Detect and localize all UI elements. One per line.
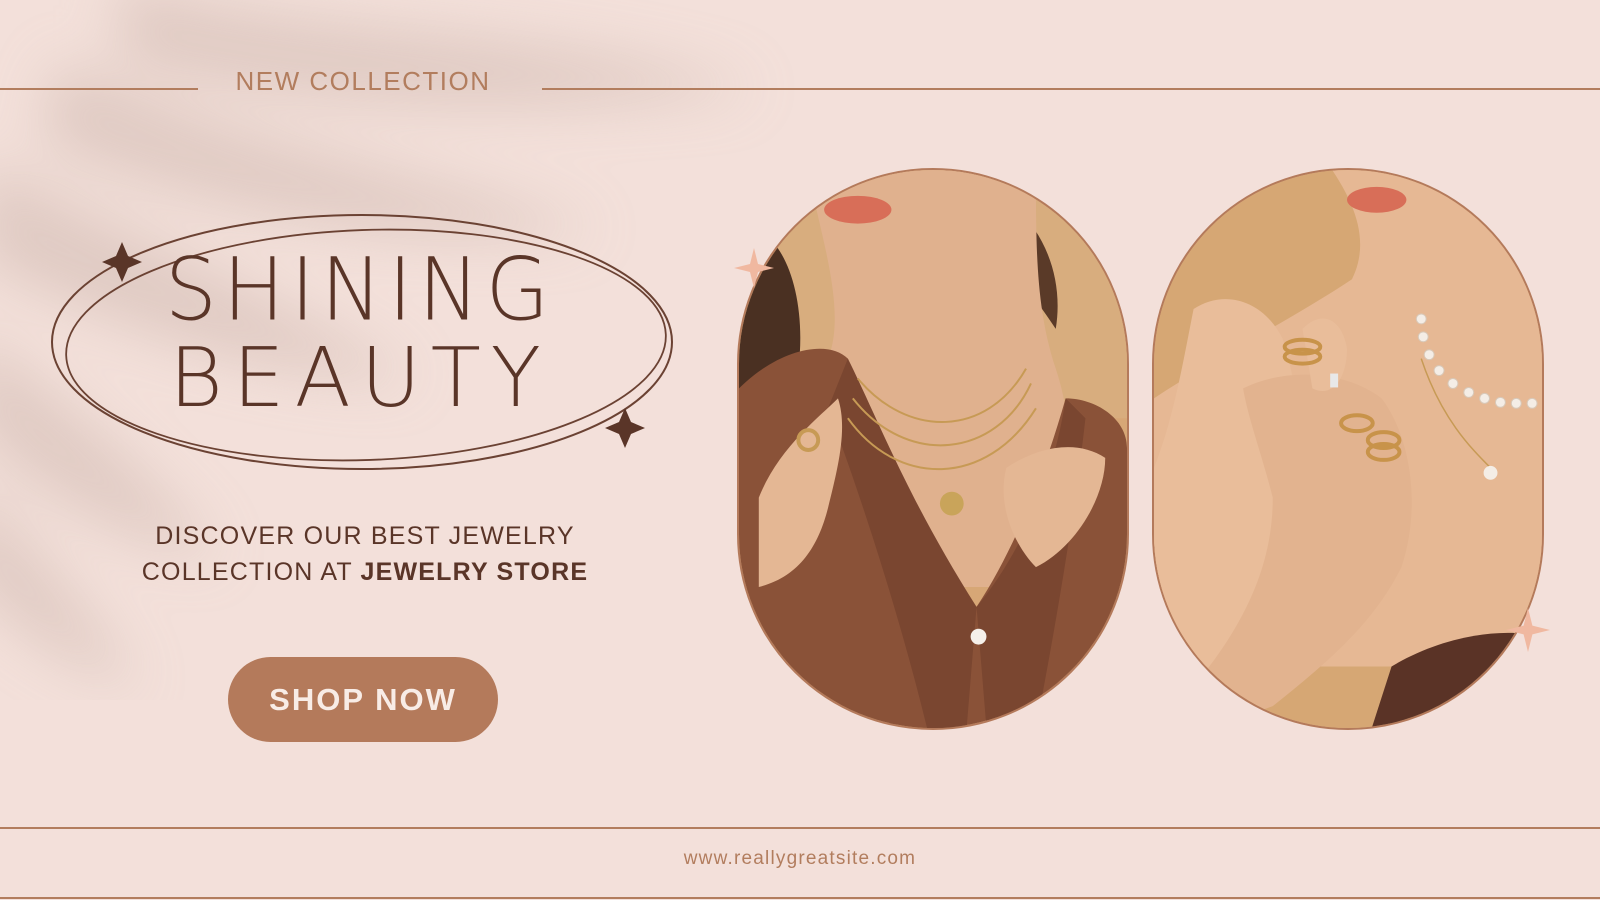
tagline-prefix: COLLECTION AT <box>141 558 353 586</box>
tagline: DISCOVER OUR BEST JEWELRY COLLECTION AT … <box>80 518 650 590</box>
sparkle-icon <box>605 408 645 448</box>
title-line-1: SHINING <box>164 240 556 341</box>
sparkle-icon <box>1506 608 1550 652</box>
model-photo-rings <box>1152 168 1544 730</box>
tagline-line-2: COLLECTION AT JEWELRY STORE <box>80 554 650 590</box>
title-line-2: BEAUTY <box>169 331 551 426</box>
footer-top-rule <box>0 827 1600 829</box>
tagline-line-1: DISCOVER OUR BEST JEWELRY <box>155 522 575 550</box>
top-left-rule <box>0 88 198 90</box>
shop-now-button[interactable]: SHOP NOW <box>228 657 498 742</box>
website-link[interactable]: www.reallygreatsite.com <box>0 848 1600 870</box>
hero-title: SHINING BEAUTY <box>110 240 610 426</box>
tagline-brand: JEWELRY STORE <box>360 558 589 586</box>
footer-bottom-rule <box>0 897 1600 899</box>
sparkle-icon <box>734 248 774 288</box>
jewelry-banner: NEW COLLECTION SHINING BEAUTY DISCOVER O… <box>0 0 1600 900</box>
model-photo-necklaces <box>737 168 1129 730</box>
top-right-rule <box>542 88 1600 90</box>
eyebrow-label: NEW COLLECTION <box>235 66 491 96</box>
